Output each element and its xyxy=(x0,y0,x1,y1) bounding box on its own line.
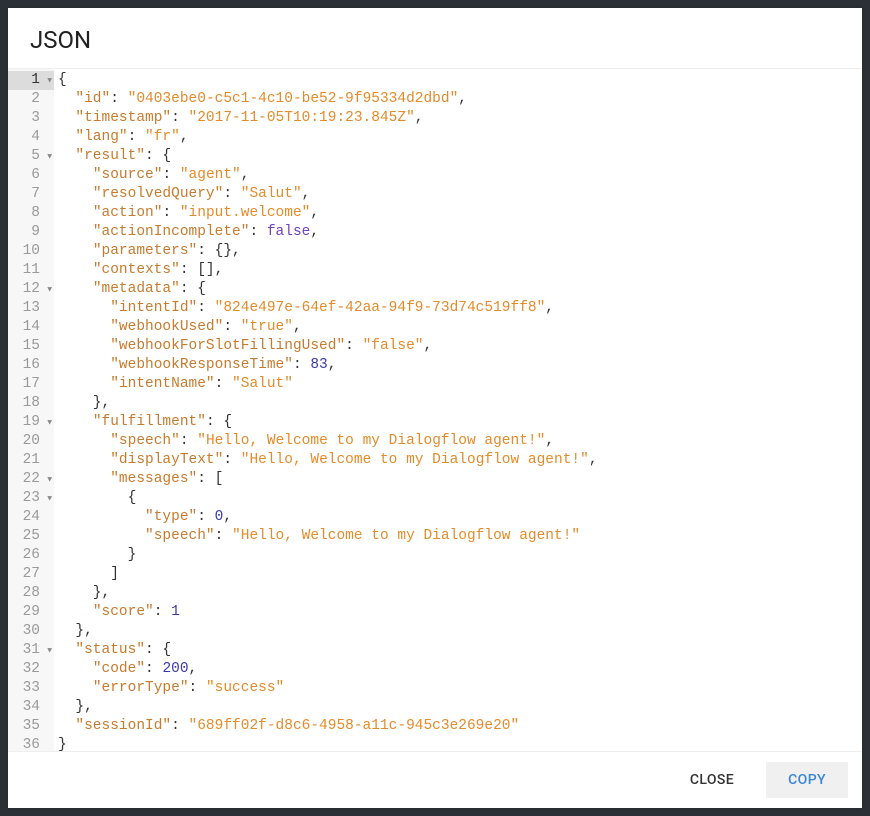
code-line: "lang": "fr", xyxy=(58,128,862,147)
gutter-line: 3 xyxy=(8,109,54,128)
gutter-line: 18 xyxy=(8,394,54,413)
close-button[interactable]: CLOSE xyxy=(668,762,756,798)
json-dialog: JSON 1▼2345▼6789101112▼13141516171819▼20… xyxy=(8,8,862,808)
code-line: { xyxy=(58,489,862,508)
gutter-line: 12▼ xyxy=(8,280,54,299)
code-editor[interactable]: 1▼2345▼6789101112▼13141516171819▼202122▼… xyxy=(8,68,862,751)
fold-toggle-icon[interactable]: ▼ xyxy=(47,470,52,489)
gutter-line: 28 xyxy=(8,584,54,603)
code-line: "status": { xyxy=(58,641,862,660)
dialog-header: JSON xyxy=(8,8,862,68)
gutter-line: 24 xyxy=(8,508,54,527)
code-line: }, xyxy=(58,622,862,641)
gutter-line: 8 xyxy=(8,204,54,223)
gutter-line: 25 xyxy=(8,527,54,546)
code-line: }, xyxy=(58,584,862,603)
gutter-line: 15 xyxy=(8,337,54,356)
gutter-line: 31▼ xyxy=(8,641,54,660)
fold-toggle-icon[interactable]: ▼ xyxy=(47,280,52,299)
code-line: "timestamp": "2017-11-05T10:19:23.845Z", xyxy=(58,109,862,128)
code-area[interactable]: { "id": "0403ebe0-c5c1-4c10-be52-9f95334… xyxy=(54,69,862,751)
code-line: "sessionId": "689ff02f-d8c6-4958-a11c-94… xyxy=(58,717,862,736)
code-line: "metadata": { xyxy=(58,280,862,299)
code-line: "webhookUsed": "true", xyxy=(58,318,862,337)
code-line: "resolvedQuery": "Salut", xyxy=(58,185,862,204)
code-line: { xyxy=(58,71,862,90)
code-line: } xyxy=(58,546,862,565)
gutter-line: 22▼ xyxy=(8,470,54,489)
gutter-line: 5▼ xyxy=(8,147,54,166)
code-line: "speech": "Hello, Welcome to my Dialogfl… xyxy=(58,432,862,451)
gutter-line: 27 xyxy=(8,565,54,584)
dialog-footer: CLOSE COPY xyxy=(8,751,862,808)
code-line: "intentName": "Salut" xyxy=(58,375,862,394)
gutter-line: 26 xyxy=(8,546,54,565)
code-line: "actionIncomplete": false, xyxy=(58,223,862,242)
dialog-title: JSON xyxy=(30,26,840,54)
code-line: "score": 1 xyxy=(58,603,862,622)
code-line: }, xyxy=(58,698,862,717)
code-line: "contexts": [], xyxy=(58,261,862,280)
line-gutter: 1▼2345▼6789101112▼13141516171819▼202122▼… xyxy=(8,69,54,751)
fold-toggle-icon[interactable]: ▼ xyxy=(47,147,52,166)
code-line: "type": 0, xyxy=(58,508,862,527)
code-line: "webhookForSlotFillingUsed": "false", xyxy=(58,337,862,356)
gutter-line: 33 xyxy=(8,679,54,698)
gutter-line: 29 xyxy=(8,603,54,622)
gutter-line: 23▼ xyxy=(8,489,54,508)
code-line: "errorType": "success" xyxy=(58,679,862,698)
fold-toggle-icon[interactable]: ▼ xyxy=(47,489,52,508)
fold-toggle-icon[interactable]: ▼ xyxy=(47,641,52,660)
gutter-line: 32 xyxy=(8,660,54,679)
gutter-line: 30 xyxy=(8,622,54,641)
code-line: "webhookResponseTime": 83, xyxy=(58,356,862,375)
code-line: "parameters": {}, xyxy=(58,242,862,261)
code-line: "fulfillment": { xyxy=(58,413,862,432)
gutter-line: 13 xyxy=(8,299,54,318)
gutter-line: 36 xyxy=(8,736,54,751)
gutter-line: 10 xyxy=(8,242,54,261)
code-line: "code": 200, xyxy=(58,660,862,679)
code-line: "messages": [ xyxy=(58,470,862,489)
gutter-line: 20 xyxy=(8,432,54,451)
gutter-line: 14 xyxy=(8,318,54,337)
fold-toggle-icon[interactable]: ▼ xyxy=(47,71,52,90)
code-line: "result": { xyxy=(58,147,862,166)
gutter-line: 6 xyxy=(8,166,54,185)
gutter-line: 17 xyxy=(8,375,54,394)
fold-toggle-icon[interactable]: ▼ xyxy=(47,413,52,432)
code-line: "source": "agent", xyxy=(58,166,862,185)
gutter-line: 1▼ xyxy=(8,71,54,90)
code-line: "action": "input.welcome", xyxy=(58,204,862,223)
code-line: "displayText": "Hello, Welcome to my Dia… xyxy=(58,451,862,470)
code-line: "intentId": "824e497e-64ef-42aa-94f9-73d… xyxy=(58,299,862,318)
gutter-line: 4 xyxy=(8,128,54,147)
copy-button[interactable]: COPY xyxy=(766,762,848,798)
gutter-line: 11 xyxy=(8,261,54,280)
code-line: }, xyxy=(58,394,862,413)
gutter-line: 19▼ xyxy=(8,413,54,432)
gutter-line: 34 xyxy=(8,698,54,717)
code-line: ] xyxy=(58,565,862,584)
gutter-line: 16 xyxy=(8,356,54,375)
gutter-line: 21 xyxy=(8,451,54,470)
code-line: "id": "0403ebe0-c5c1-4c10-be52-9f95334d2… xyxy=(58,90,862,109)
gutter-line: 9 xyxy=(8,223,54,242)
gutter-line: 7 xyxy=(8,185,54,204)
code-line: "speech": "Hello, Welcome to my Dialogfl… xyxy=(58,527,862,546)
gutter-line: 2 xyxy=(8,90,54,109)
gutter-line: 35 xyxy=(8,717,54,736)
code-line: } xyxy=(58,736,862,751)
